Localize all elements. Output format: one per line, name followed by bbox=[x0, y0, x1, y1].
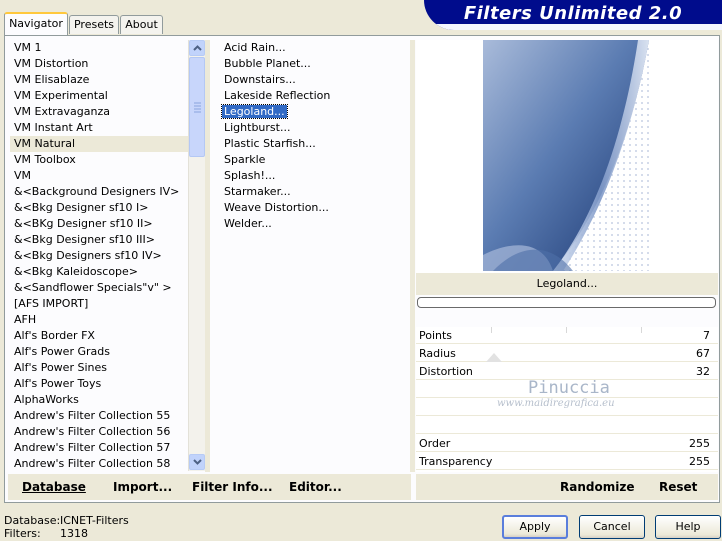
param-value: 7 bbox=[703, 329, 710, 342]
param-order[interactable]: Order 255 bbox=[416, 435, 718, 452]
status-info: Database:ICNET-Filters Filters: 1318 bbox=[4, 514, 129, 540]
watermark-name: Pinuccia bbox=[528, 378, 610, 398]
preview-divider bbox=[410, 40, 415, 472]
param-points[interactable]: Points 7 bbox=[416, 327, 718, 344]
category-item[interactable]: Andrew's Filter Collection 57 bbox=[10, 440, 188, 456]
import-button[interactable]: Import... bbox=[113, 480, 172, 494]
category-item[interactable]: &<Background Designers IV> bbox=[10, 184, 188, 200]
category-item[interactable]: Alf's Power Grads bbox=[10, 344, 188, 360]
watermark-url: www.maidiregrafica.eu bbox=[497, 398, 615, 409]
category-item[interactable]: Alf's Power Toys bbox=[10, 376, 188, 392]
category-item[interactable]: VM 1 bbox=[10, 40, 188, 56]
filter-item[interactable]: Splash!... bbox=[218, 168, 398, 184]
category-item[interactable]: VM Distortion bbox=[10, 56, 188, 72]
chevron-down-icon bbox=[192, 459, 202, 465]
category-item[interactable]: &<Bkg Designer sf10 III> bbox=[10, 232, 188, 248]
param-label: Radius bbox=[419, 347, 456, 360]
category-item[interactable]: VM bbox=[10, 168, 188, 184]
param-transparency[interactable]: Transparency 255 bbox=[416, 453, 718, 470]
filter-item[interactable]: Welder... bbox=[218, 216, 398, 232]
filters-label: Filters: bbox=[4, 527, 41, 540]
filter-item[interactable]: Starmaker... bbox=[218, 184, 398, 200]
slider-tick bbox=[491, 327, 492, 333]
category-item[interactable]: Andrew's Filter Collection 56 bbox=[10, 424, 188, 440]
tab-about[interactable]: About bbox=[120, 15, 163, 34]
editor-button[interactable]: Editor... bbox=[289, 480, 342, 494]
category-item[interactable]: &<Sandflower Specials"v" > bbox=[10, 280, 188, 296]
filter-item[interactable]: Sparkle bbox=[218, 152, 398, 168]
banner-title: Filters Unlimited 2.0 bbox=[463, 3, 683, 24]
category-item[interactable]: &<Bkg Designers sf10 IV> bbox=[10, 248, 188, 264]
preview-filter-name: Legoland... bbox=[416, 273, 718, 295]
help-button[interactable]: Help bbox=[655, 515, 721, 539]
filter-item[interactable]: Bubble Planet... bbox=[218, 56, 398, 72]
category-item[interactable]: VM Extravaganza bbox=[10, 104, 188, 120]
filter-item[interactable]: Weave Distortion... bbox=[218, 200, 398, 216]
param-empty-row bbox=[416, 417, 718, 434]
param-value: 32 bbox=[696, 365, 710, 378]
category-item[interactable]: VM Toolbox bbox=[10, 152, 188, 168]
slider-tick bbox=[641, 327, 642, 333]
tab-navigator[interactable]: Navigator bbox=[4, 12, 68, 35]
param-label: Points bbox=[419, 329, 453, 342]
param-label: Order bbox=[419, 437, 451, 450]
cancel-button[interactable]: Cancel bbox=[579, 515, 645, 539]
category-item[interactable]: [AFS IMPORT] bbox=[10, 296, 188, 312]
list-divider bbox=[205, 40, 210, 472]
param-label: Distortion bbox=[419, 365, 473, 378]
grip-icon bbox=[194, 102, 201, 113]
category-item[interactable]: Alf's Power Sines bbox=[10, 360, 188, 376]
filter-item[interactable]: Plastic Starfish... bbox=[218, 136, 398, 152]
scroll-down-button[interactable] bbox=[189, 454, 205, 470]
filter-item[interactable]: Downstairs... bbox=[218, 72, 398, 88]
filter-item[interactable]: Acid Rain... bbox=[218, 40, 398, 56]
param-label: Transparency bbox=[419, 455, 493, 468]
filter-list[interactable]: Acid Rain... Bubble Planet... Downstairs..… bbox=[218, 40, 398, 340]
slider-handle-icon[interactable] bbox=[486, 350, 502, 362]
preview-image bbox=[483, 40, 649, 271]
category-item[interactable]: VM Elisablaze bbox=[10, 72, 188, 88]
category-item[interactable]: Andrew's Filter Collection 58 bbox=[10, 456, 188, 472]
param-value: 255 bbox=[689, 455, 710, 468]
banner-stripe bbox=[434, 24, 722, 30]
tab-presets[interactable]: Presets bbox=[69, 15, 119, 34]
category-item[interactable]: &<BKg Designer sf10 II> bbox=[10, 216, 188, 232]
category-item[interactable]: AlphaWorks bbox=[10, 392, 188, 408]
reset-button[interactable]: Reset bbox=[659, 480, 697, 494]
category-item[interactable]: VM Natural bbox=[10, 136, 188, 152]
scroll-up-button[interactable] bbox=[189, 40, 205, 56]
filters-count: 1318 bbox=[60, 527, 88, 540]
filter-item[interactable]: Legoland... bbox=[218, 104, 398, 120]
category-item[interactable]: Alf's Border FX bbox=[10, 328, 188, 344]
progress-bar bbox=[417, 297, 716, 308]
param-value: 67 bbox=[696, 347, 710, 360]
category-scrollbar[interactable] bbox=[188, 40, 205, 471]
filter-item[interactable]: Lakeside Reflection bbox=[218, 88, 398, 104]
filter-info-button[interactable]: Filter Info... bbox=[192, 480, 273, 494]
database-label: Database: bbox=[4, 514, 61, 527]
category-item[interactable]: Andrew's Filter Collection 55 bbox=[10, 408, 188, 424]
param-radius[interactable]: Radius 67 bbox=[416, 345, 718, 362]
scroll-thumb[interactable] bbox=[189, 57, 205, 157]
filter-item[interactable]: Lightburst... bbox=[218, 120, 398, 136]
database-value: ICNET-Filters bbox=[60, 514, 129, 527]
category-item[interactable]: VM Instant Art bbox=[10, 120, 188, 136]
category-item[interactable]: &<Bkg Designer sf10 I> bbox=[10, 200, 188, 216]
category-list[interactable]: VM 1 VM Distortion VM Elisablaze VM Experim… bbox=[10, 40, 188, 472]
title-banner: Filters Unlimited 2.0 bbox=[424, 0, 722, 30]
slider-tick bbox=[566, 327, 567, 333]
param-value: 255 bbox=[689, 437, 710, 450]
apply-button[interactable]: Apply bbox=[502, 515, 568, 539]
randomize-button[interactable]: Randomize bbox=[560, 480, 634, 494]
category-item[interactable]: AFH bbox=[10, 312, 188, 328]
category-item[interactable]: VM Experimental bbox=[10, 88, 188, 104]
chevron-up-icon bbox=[192, 45, 202, 51]
category-item[interactable]: &<Bkg Kaleidoscope> bbox=[10, 264, 188, 280]
database-button[interactable]: Database bbox=[22, 480, 86, 494]
